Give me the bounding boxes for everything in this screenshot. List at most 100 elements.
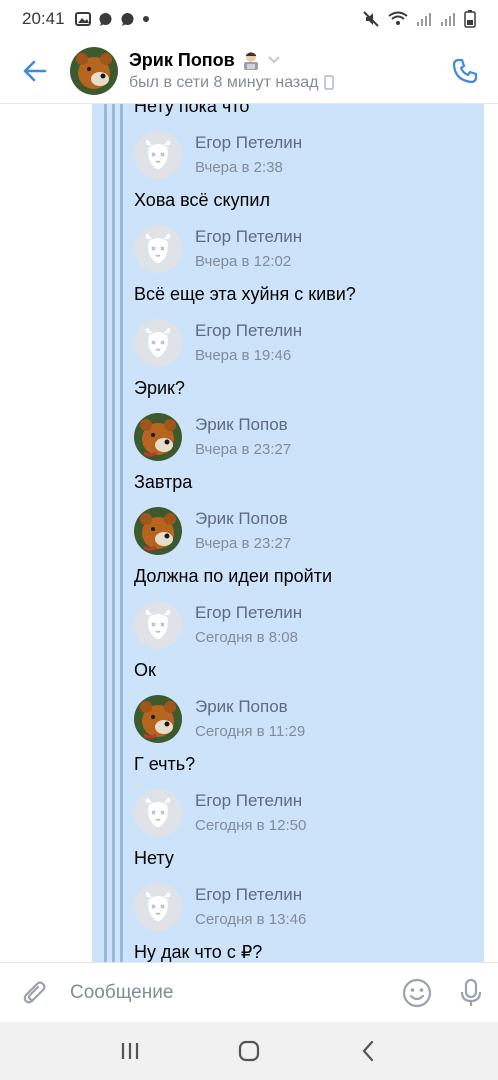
author-meta: Эрик Попов Сегодня в 11:29 [195,696,305,743]
forward-indent-line [112,104,115,962]
system-navigation-bar [0,1022,498,1080]
author-name[interactable]: Егор Петелин [195,884,306,906]
message-input[interactable]: Сообщение [70,982,390,1004]
recent-apps-button[interactable] [100,1022,160,1080]
dot-icon [142,16,149,22]
chevron-left-icon [362,1040,374,1062]
message-timestamp: Вчера в 23:27 [195,440,292,458]
forwarded-message-author[interactable]: Егор Петелин Вчера в 19:46 [134,310,484,376]
battery-icon [464,10,476,28]
author-name[interactable]: Егор Петелин [195,602,302,624]
message-timestamp: Сегодня в 12:50 [195,816,307,834]
message-timestamp: Сегодня в 11:29 [195,722,306,740]
contact-name-row: Эрик Попов [129,50,334,71]
recent-apps-icon [121,1043,138,1059]
dog-avatar-icon [134,131,182,179]
dog-avatar-icon [134,319,182,367]
author-name[interactable]: Эрик Попов [195,508,291,530]
forward-indent-line [104,104,107,962]
paperclip-icon [23,980,46,1003]
forwarded-message-author[interactable]: Эрик Попов Сегодня в 11:29 [134,686,484,752]
author-avatar[interactable] [134,319,182,367]
contact-info[interactable]: Эрик Попов был в сети 8 минут назад [129,50,335,92]
message-timestamp: Сегодня в 13:46 [195,910,307,928]
back-button[interactable] [0,38,70,104]
message-timestamp: Вчера в 12:02 [195,252,292,270]
forwarded-message-author[interactable]: Егор Петелин Сегодня в 12:50 [134,780,484,846]
gallery-icon [74,12,91,26]
home-icon [238,1040,260,1062]
forwarded-message-author[interactable]: Егор Петелин Вчера в 12:02 [134,216,484,282]
author-avatar[interactable] [134,883,182,931]
author-name[interactable]: Эрик Попов [195,696,305,718]
forwarded-message-text: Хова всё скупил [134,190,270,210]
forwarded-message-text: Эрик? [134,378,185,398]
phone-icon [452,58,478,83]
forwarded-message-author[interactable]: Егор Петелин Вчера в 2:38 [134,122,484,188]
author-avatar[interactable] [134,225,182,273]
mobile-icon [324,75,335,90]
message-timestamp: Вчера в 19:46 [195,346,292,364]
forwarded-message-author[interactable]: Егор Петелин Сегодня в 8:08 [134,592,484,658]
author-name[interactable]: Егор Петелин [195,320,302,342]
forwarded-message-text: Ок [134,660,156,680]
microphone-icon [460,978,482,1006]
chat-bubble-icon [121,12,134,26]
author-avatar[interactable] [134,789,182,837]
author-avatar[interactable] [134,413,182,461]
author-avatar[interactable] [134,131,182,179]
author-meta: Егор Петелин Сегодня в 12:50 [195,790,306,837]
author-meta: Эрик Попов Вчера в 23:27 [195,508,291,555]
chevron-down-icon [268,56,280,64]
contact-status-row: был в сети 8 минут назад [129,73,335,92]
emoji-button[interactable] [390,963,444,1023]
system-icons [362,10,476,28]
dog-avatar-icon [134,789,182,837]
chat-header: Эрик Попов был в сети 8 минут назад [0,38,498,104]
home-button[interactable] [219,1022,279,1080]
dog-avatar-icon [134,601,182,649]
forwarded-message-author[interactable]: Эрик Попов Вчера в 23:27 [134,404,484,470]
bear-avatar-icon [70,46,118,95]
attach-button[interactable] [0,963,70,1023]
forwarded-message-text: Нету пока что [134,104,250,116]
contact-status: был в сети 8 минут назад [129,73,319,91]
author-name[interactable]: Егор Петелин [195,790,306,812]
author-avatar[interactable] [134,601,182,649]
forwarded-message-author[interactable]: Егор Петелин Сегодня в 13:46 [134,874,484,940]
message-area[interactable]: Нету пока что Егор Петелин Вчера в 2:38 Хов… [0,104,498,962]
author-meta: Егор Петелин Сегодня в 8:08 [195,602,302,649]
author-name[interactable]: Егор Петелин [195,226,302,248]
message-timestamp: Вчера в 2:38 [195,158,283,176]
forwarded-message-text: Завтра [134,472,193,492]
dog-avatar-icon [134,225,182,273]
forwarded-message-text: Всё еще эта хуйня с киви? [134,284,356,304]
author-name[interactable]: Эрик Попов [195,414,291,436]
message-composer: Сообщение [0,962,498,1022]
author-meta: Егор Петелин Сегодня в 13:46 [195,884,306,931]
back-nav-button[interactable] [338,1022,398,1080]
author-name[interactable]: Егор Петелин [195,132,302,154]
bear-avatar-icon [134,413,182,461]
call-button[interactable] [432,38,498,104]
forwarded-message-list: Нету пока что Егор Петелин Вчера в 2:38 Хов… [134,104,484,962]
author-meta: Егор Петелин Вчера в 19:46 [195,320,302,367]
author-avatar[interactable] [134,695,182,743]
chat-bubble-icon [99,12,112,26]
author-meta: Егор Петелин Вчера в 2:38 [195,132,302,179]
forward-indent-line [120,104,123,962]
contact-avatar[interactable] [70,46,118,95]
wifi-icon [388,11,408,25]
smile-icon [402,978,432,1007]
bear-avatar-icon [134,695,182,743]
mute-icon [363,11,379,27]
voice-message-button[interactable] [444,963,498,1023]
message-timestamp: Сегодня в 8:08 [195,628,298,646]
author-meta: Егор Петелин Вчера в 12:02 [195,226,302,273]
dog-avatar-icon [134,883,182,931]
signal-icon [441,13,455,26]
forwarded-message-author[interactable]: Эрик Попов Вчера в 23:27 [134,498,484,564]
bear-avatar-icon [134,507,182,555]
author-avatar[interactable] [134,507,182,555]
signal-icon [417,13,431,26]
